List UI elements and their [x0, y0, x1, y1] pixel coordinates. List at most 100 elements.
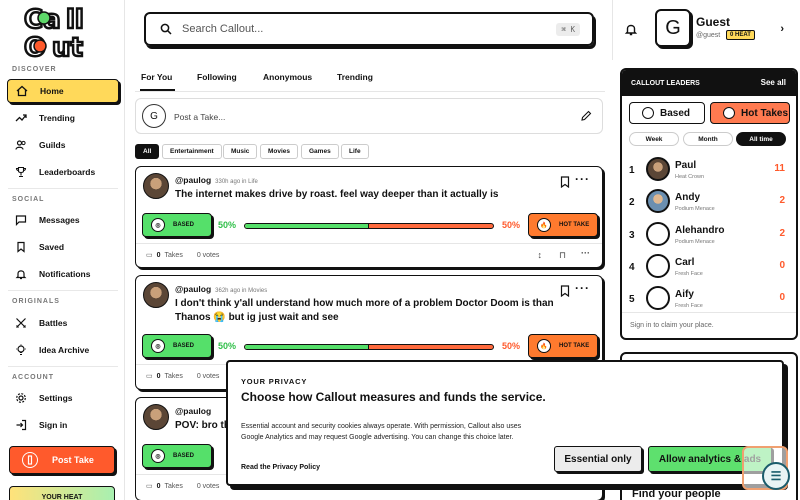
- user-handle: @guest: [696, 32, 721, 39]
- privacy-policy-link[interactable]: Read the Privacy Policy: [241, 464, 320, 471]
- tab-following[interactable]: Following: [197, 72, 237, 82]
- post-handle[interactable]: @paulog 330h ago in Life: [175, 175, 258, 185]
- leaders-header: CALLOUT LEADERS See all: [622, 70, 796, 96]
- based-icon: ◎: [151, 218, 165, 232]
- post-handle[interactable]: @paulog: [175, 406, 211, 416]
- leader-rank: 3: [629, 230, 635, 241]
- hot-percent: 50%: [501, 341, 520, 351]
- sidebar-item-notifications[interactable]: Notifications: [7, 262, 119, 286]
- vote-row: ◎ BASED 50% 50% 🔥 HOT TAKE: [142, 334, 598, 358]
- see-all-link[interactable]: See all: [761, 78, 786, 87]
- leader-row[interactable]: 4 Carl Fresh Face 0: [622, 251, 796, 283]
- tab-trending[interactable]: Trending: [337, 72, 373, 82]
- search-input[interactable]: Search Callout...: [182, 23, 263, 35]
- based-button[interactable]: ◎ BASED: [142, 213, 212, 237]
- sort-icon[interactable]: ↕: [538, 250, 543, 260]
- sidebar-item-messages[interactable]: Messages: [7, 208, 119, 232]
- post-footer: ▭ 0 Takes 0 votes: [146, 482, 220, 491]
- sidebar-item-idea-archive[interactable]: Idea Archive: [7, 338, 119, 362]
- post-avatar[interactable]: [143, 404, 169, 430]
- sidebar-item-sign-in[interactable]: Sign in: [7, 413, 119, 437]
- leader-avatar: [646, 286, 670, 310]
- profile-menu[interactable]: G Guest @guest 0 HEAT ›: [652, 9, 798, 51]
- sidebar-item-label: Sign in: [39, 420, 68, 430]
- flame-icon: [723, 107, 735, 119]
- leader-row[interactable]: 3 Alehandro Podium Menace 2: [622, 219, 796, 251]
- leader-title: Fresh Face: [675, 303, 703, 309]
- more-icon[interactable]: ···: [581, 248, 590, 258]
- sidebar-item-leaderboards[interactable]: Leaderboards: [7, 160, 119, 184]
- section-discover: DISCOVER: [12, 66, 57, 73]
- bookmark-icon[interactable]: [560, 285, 570, 297]
- header-divider: [612, 0, 613, 60]
- composer-input[interactable]: Post a Take...: [174, 112, 225, 122]
- sidebar-item-trending[interactable]: Trending: [7, 106, 119, 130]
- comment-icon[interactable]: ▭: [146, 482, 153, 490]
- post-footer: ▭ 0 Takes 0 votes: [146, 251, 220, 260]
- toggle-hot-takes[interactable]: Hot Takes: [710, 102, 790, 124]
- pencil-icon[interactable]: [580, 110, 592, 122]
- help-widget[interactable]: ☰: [742, 446, 790, 490]
- post-avatar[interactable]: [143, 173, 169, 199]
- avatar: G: [655, 9, 691, 47]
- sidebar-item-saved[interactable]: Saved: [7, 235, 119, 259]
- sidebar-item-battles[interactable]: Battles: [7, 311, 119, 335]
- sidebar-item-home[interactable]: Home: [7, 79, 119, 103]
- leader-avatar: [646, 189, 670, 213]
- privacy-kicker: YOUR PRIVACY: [241, 377, 308, 386]
- tab-for-you[interactable]: For You: [141, 72, 172, 82]
- based-button[interactable]: ◎ BASED: [142, 334, 212, 358]
- sidebar-divider: [8, 290, 118, 291]
- vote-bar: [244, 223, 494, 229]
- filter-movies[interactable]: Movies: [260, 144, 299, 159]
- leader-rank: 2: [629, 197, 635, 208]
- your-heat-card[interactable]: YOUR HEAT: [9, 486, 115, 500]
- filter-life[interactable]: Life: [341, 144, 369, 159]
- post-avatar[interactable]: [143, 282, 169, 308]
- bookmark-icon[interactable]: ⊓: [559, 250, 566, 261]
- leader-name: Aify: [675, 289, 694, 300]
- comment-icon[interactable]: ▭: [146, 251, 153, 259]
- composer[interactable]: G Post a Take...: [135, 98, 603, 134]
- filter-entertainment[interactable]: Entertainment: [162, 144, 222, 159]
- vote-bar-fill: [245, 345, 369, 349]
- post-handle[interactable]: @paulog 362h ago in Movies: [175, 284, 267, 294]
- leader-row[interactable]: 2 Andy Podium Menace 2: [622, 186, 796, 218]
- sidebar-item-settings[interactable]: Settings: [7, 386, 119, 410]
- leader-rank: 1: [629, 165, 635, 176]
- sidebar-item-guilds[interactable]: Guilds: [7, 133, 119, 157]
- tab-anonymous[interactable]: Anonymous: [263, 72, 312, 82]
- post-take-label: Post Take: [52, 455, 94, 465]
- post-card[interactable]: @paulog 330h ago in Life The internet mak…: [135, 166, 603, 268]
- period-all-time[interactable]: All time: [736, 132, 786, 146]
- more-icon[interactable]: ···: [575, 172, 590, 186]
- comment-icon[interactable]: ▭: [146, 372, 153, 380]
- sidebar-item-label: Battles: [39, 318, 68, 328]
- sign-in-icon: [15, 419, 27, 431]
- sidebar-item-label: Home: [40, 86, 64, 96]
- post-divider: [136, 243, 602, 244]
- based-button[interactable]: ◎ BASED: [142, 444, 212, 468]
- leader-score: 0: [779, 260, 785, 271]
- post-take-button[interactable]: Post Take: [9, 446, 115, 474]
- more-icon[interactable]: ···: [575, 281, 590, 295]
- bookmark-icon[interactable]: [560, 176, 570, 188]
- toggle-based[interactable]: Based: [629, 102, 705, 124]
- filter-music[interactable]: Music: [223, 144, 258, 159]
- essential-only-button[interactable]: Essential only: [554, 446, 642, 472]
- callout-logo[interactable]: Ca ll O ut: [22, 2, 104, 60]
- filter-games[interactable]: Games: [301, 144, 339, 159]
- filter-all[interactable]: All: [135, 144, 160, 159]
- leaders-footer[interactable]: Sign in to claim your place.: [622, 312, 796, 338]
- period-month[interactable]: Month: [683, 132, 733, 146]
- app-root: Ca ll O ut DISCOVER Home Trending Guilds…: [0, 0, 800, 500]
- home-icon: [16, 85, 28, 97]
- based-percent: 50%: [218, 220, 237, 230]
- notifications-bell-icon[interactable]: [624, 22, 638, 36]
- period-week[interactable]: Week: [629, 132, 679, 146]
- hot-take-button[interactable]: 🔥 HOT TAKE: [528, 334, 598, 358]
- hot-take-button[interactable]: 🔥 HOT TAKE: [528, 213, 598, 237]
- search-bar[interactable]: Search Callout... ⌘ K: [144, 12, 594, 46]
- leader-row[interactable]: 1 Paul Heat Crown 11: [622, 154, 796, 186]
- leader-row[interactable]: 5 Aify Fresh Face 0: [622, 283, 796, 315]
